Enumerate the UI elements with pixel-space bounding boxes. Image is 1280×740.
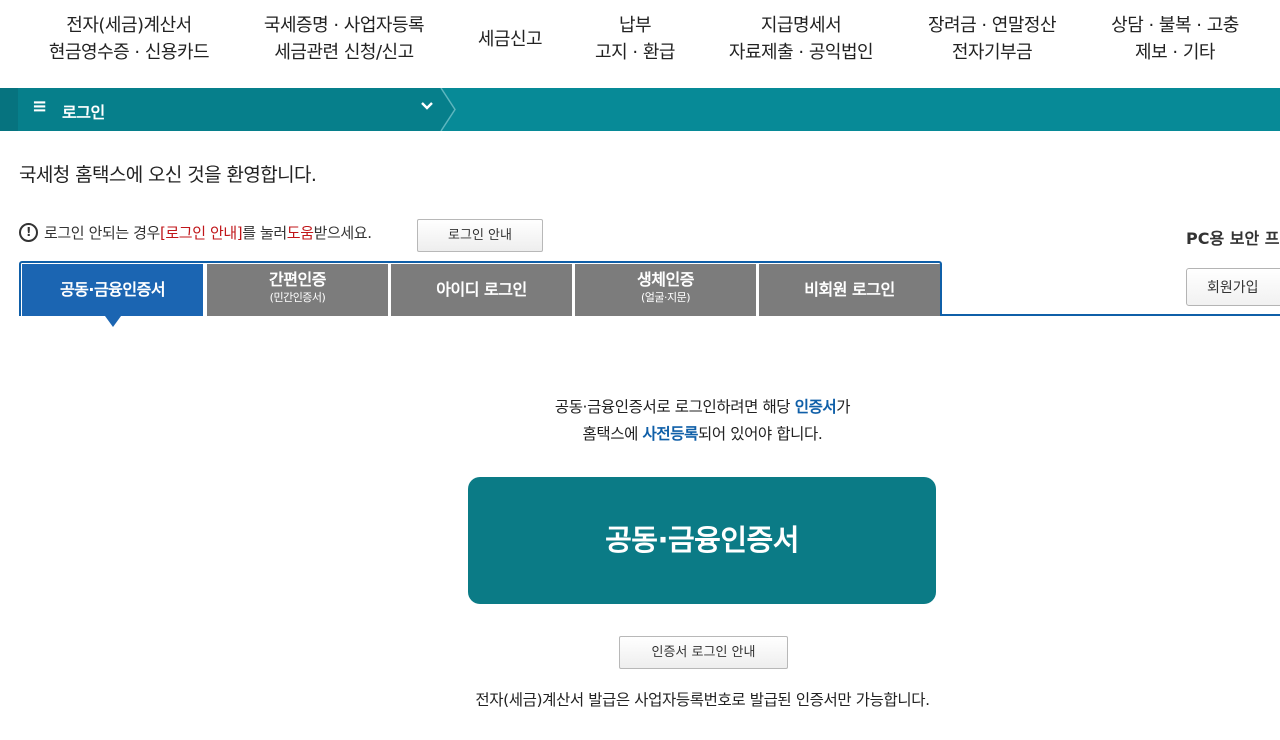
tab-label: 간편인증 xyxy=(207,270,388,290)
menu-e-invoice[interactable]: 전자(세금)계산서 현금영수증 · 신용카드 xyxy=(44,12,214,66)
notice-mid: 를 눌러 xyxy=(242,222,287,243)
tab-certificate[interactable]: 공동·금융인증서 xyxy=(22,264,203,316)
menu-label-line1: 장려금 · 연말정산 xyxy=(918,12,1066,39)
invoice-footnote: 전자(세금)계산서 발급은 사업자등록번호로 발급된 인증서만 가능합니다. xyxy=(0,688,1280,710)
tab-sublabel: (얼굴·지문) xyxy=(575,290,756,306)
certificate-login-button[interactable]: 공동·금융인증서 xyxy=(468,477,936,604)
desc-text: 홈택스에 xyxy=(583,425,643,443)
menu-label-line2: 현금영수증 · 신용카드 xyxy=(44,39,214,66)
menu-label-line2: 제보 · 기타 xyxy=(1102,39,1248,66)
menu-label-line2: 고지 · 환급 xyxy=(586,39,684,66)
certificate-description: 공동·금융인증서로 로그인하려면 해당 인증서가 홈택스에 사전등록되어 있어야… xyxy=(0,394,1280,448)
tabs-underline xyxy=(942,314,1280,316)
menu-label-line2: 세금관련 신청/신고 xyxy=(255,39,433,66)
info-icon: ! xyxy=(19,223,38,242)
notice-prefix: 로그인 안되는 경우 xyxy=(44,222,160,243)
tab-guest-login[interactable]: 비회원 로그인 xyxy=(759,264,940,316)
menu-label-line2: 전자기부금 xyxy=(918,39,1066,66)
desc-text: 가 xyxy=(836,398,850,416)
menu-label-line1: 지급명세서 xyxy=(720,12,882,39)
menu-label-line1: 납부 xyxy=(586,12,684,39)
menu-certificates[interactable]: 국세증명 · 사업자등록 세금관련 신청/신고 xyxy=(255,12,433,66)
notice-help: 도움 xyxy=(287,222,314,243)
notice-link-guide: [로그인 안내] xyxy=(160,222,242,243)
tab-id-login[interactable]: 아이디 로그인 xyxy=(391,264,572,316)
top-menu: 전자(세금)계산서 현금영수증 · 신용카드 국세증명 · 사업자등록 세금관련… xyxy=(0,0,1280,88)
menu-label-line1: 상담 · 불복 · 고충 xyxy=(1102,12,1248,39)
menu-consulting[interactable]: 상담 · 불복 · 고충 제보 · 기타 xyxy=(1102,12,1248,66)
breadcrumb-arrow-icon xyxy=(440,88,460,131)
nav-title: 로그인 xyxy=(62,99,105,123)
desc-highlight-certificate: 인증서 xyxy=(795,398,837,416)
menu-label-line1: 전자(세금)계산서 xyxy=(44,12,214,39)
desc-text: 되어 있어야 합니다. xyxy=(698,425,822,443)
tab-simple-auth[interactable]: 간편인증 (민간인증서) xyxy=(207,264,388,316)
menu-statements[interactable]: 지급명세서 자료제출 · 공익법인 xyxy=(720,12,882,66)
tab-sublabel: (민간인증서) xyxy=(207,290,388,306)
signup-button[interactable]: 회원가입 xyxy=(1186,268,1280,306)
tab-biometric[interactable]: 생체인증 (얼굴·지문) xyxy=(575,264,756,316)
hamburger-icon: ≡ xyxy=(32,96,47,117)
tab-label: 생체인증 xyxy=(575,270,756,290)
certificate-guide-button[interactable]: 인증서 로그인 안내 xyxy=(619,636,788,669)
menu-label-line1: 세금신고 xyxy=(470,26,550,53)
menu-label-line1: 국세증명 · 사업자등록 xyxy=(255,12,433,39)
login-menu-dropdown[interactable]: ≡ 로그인 xyxy=(18,88,442,131)
nav-bar: ≡ 로그인 xyxy=(0,88,1280,131)
tab-label: 공동·금융인증서 xyxy=(22,264,203,316)
chevron-down-icon xyxy=(420,99,434,117)
tab-label: 비회원 로그인 xyxy=(759,264,940,316)
menu-payment[interactable]: 납부 고지 · 환급 xyxy=(586,12,684,66)
nav-bar-edge xyxy=(0,88,18,131)
active-tab-pointer xyxy=(105,316,121,327)
menu-incentives[interactable]: 장려금 · 연말정산 전자기부금 xyxy=(918,12,1066,66)
login-notice: ! 로그인 안되는 경우 [로그인 안내] 를 눌러 도움 받으세요. xyxy=(19,222,372,243)
menu-label-line2: 자료제출 · 공익법인 xyxy=(720,39,882,66)
desc-highlight-preregistration: 사전등록 xyxy=(643,425,698,443)
notice-suffix: 받으세요. xyxy=(314,222,372,243)
desc-text: 공동·금융인증서로 로그인하려면 해당 xyxy=(555,398,795,416)
security-program-label: PC용 보안 프로그램 xyxy=(1186,225,1280,249)
login-guide-button[interactable]: 로그인 안내 xyxy=(417,219,543,252)
welcome-text: 국세청 홈택스에 오신 것을 환영합니다. xyxy=(19,160,316,187)
tab-label: 아이디 로그인 xyxy=(391,264,572,316)
menu-tax-filing[interactable]: 세금신고 xyxy=(470,26,550,53)
